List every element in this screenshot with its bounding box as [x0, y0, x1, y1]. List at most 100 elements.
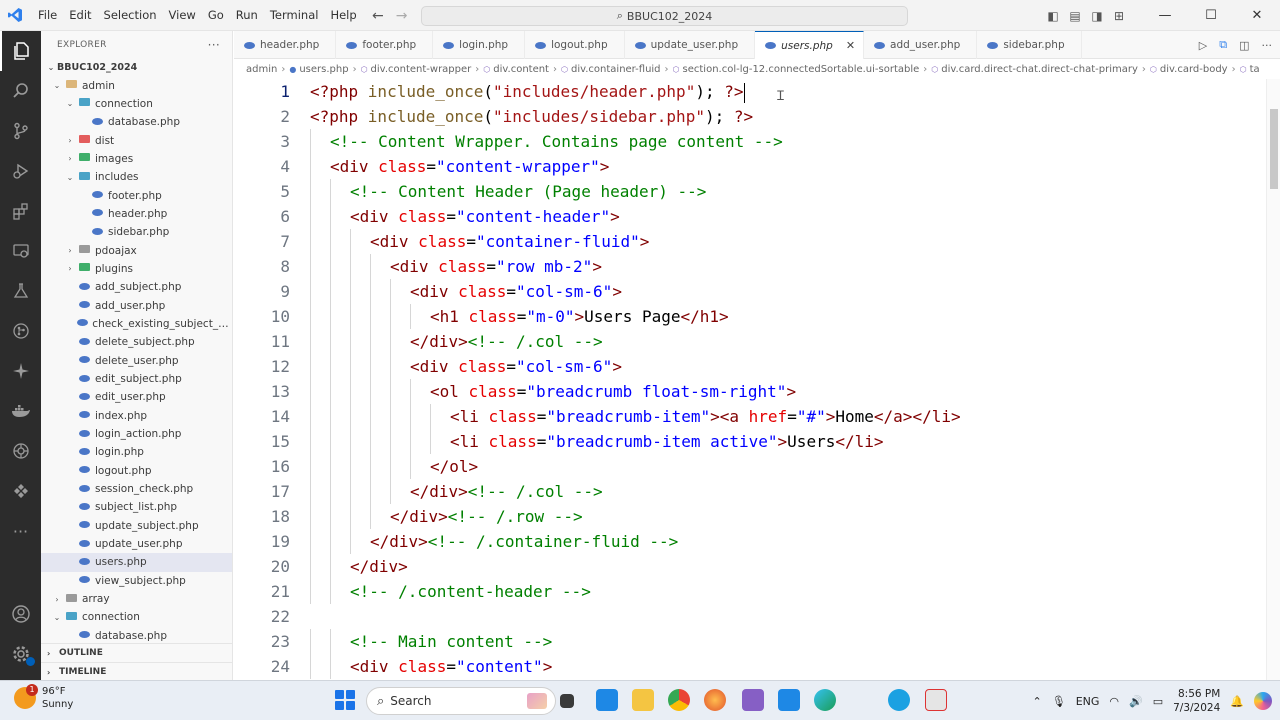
run-icon[interactable]: ▷: [1199, 39, 1207, 52]
code-line[interactable]: [310, 604, 1260, 629]
tab-add_user-php[interactable]: add_user.php: [864, 31, 978, 59]
file-item[interactable]: edit_subject.php: [41, 370, 232, 388]
menu-item-selection[interactable]: Selection: [98, 0, 163, 31]
explorer-more-actions[interactable]: ···: [208, 38, 220, 52]
git-graph-icon[interactable]: [0, 311, 41, 351]
code-line[interactable]: <!-- /.content-header -->: [310, 579, 1260, 604]
folder-item[interactable]: ⌄ includes: [41, 168, 232, 186]
wifi-icon[interactable]: ◠: [1109, 695, 1119, 708]
remote-explorer-icon[interactable]: [0, 231, 41, 271]
file-item[interactable]: database.php: [41, 113, 232, 131]
edge-icon[interactable]: [814, 689, 836, 711]
source-control-icon[interactable]: [0, 111, 41, 151]
language-indicator[interactable]: ENG: [1076, 695, 1100, 708]
more-views-icon[interactable]: ···: [0, 511, 41, 551]
breadcrumb-item[interactable]: section.col-lg-12.connectedSortable.ui-s…: [683, 64, 920, 75]
timeline-section[interactable]: › TIMELINE: [41, 662, 232, 680]
code-line[interactable]: </ol>: [310, 454, 1260, 479]
folder-item[interactable]: › plugins: [41, 260, 232, 278]
battery-icon[interactable]: ▭: [1153, 695, 1163, 708]
tab-footer-php[interactable]: footer.php: [336, 31, 434, 59]
menu-item-edit[interactable]: Edit: [63, 0, 97, 31]
folder-item[interactable]: › array: [41, 590, 232, 608]
close-window-button[interactable]: ✕: [1234, 8, 1280, 23]
file-item[interactable]: update_user.php: [41, 535, 232, 553]
code-line[interactable]: <?php include_once("includes/sidebar.php…: [310, 104, 1260, 129]
code-line[interactable]: <div class="content-header">: [310, 204, 1260, 229]
volume-icon[interactable]: 🔊: [1129, 695, 1143, 708]
file-item[interactable]: edit_user.php: [41, 388, 232, 406]
code-line[interactable]: </div><!-- /.col -->: [310, 329, 1260, 354]
weather-widget[interactable]: 1 96°F Sunny: [14, 684, 73, 711]
file-item[interactable]: footer.php: [41, 186, 232, 204]
windows-start-icon[interactable]: [335, 690, 355, 710]
tab-logout-php[interactable]: logout.php: [525, 31, 625, 59]
code-line[interactable]: <div class="col-sm-6">: [310, 354, 1260, 379]
breadcrumb-item[interactable]: div.card.direct-chat.direct-chat-primary: [941, 64, 1138, 75]
microphone-icon[interactable]: 🎙: [1052, 695, 1066, 708]
vscode-logo-icon[interactable]: [0, 0, 30, 31]
file-item[interactable]: logout.php: [41, 462, 232, 480]
breadcrumb-item[interactable]: div.content-wrapper: [371, 64, 472, 75]
code-line[interactable]: </div><!-- /.col -->: [310, 479, 1260, 504]
chrome-icon[interactable]: [668, 689, 690, 711]
file-item[interactable]: index.php: [41, 407, 232, 425]
breadcrumb-item[interactable]: ta: [1250, 64, 1260, 75]
menu-item-help[interactable]: Help: [324, 0, 362, 31]
file-item[interactable]: view_subject.php: [41, 572, 232, 590]
maximize-button[interactable]: ☐: [1188, 8, 1234, 23]
forward-arrow-icon[interactable]: →: [396, 8, 408, 24]
clock[interactable]: 8:56 PM 7/3/2024: [1173, 687, 1220, 715]
code-line[interactable]: <div class="col-sm-6">: [310, 279, 1260, 304]
code-line[interactable]: <div class="content">: [310, 654, 1260, 679]
customize-layout-icon[interactable]: ⊞: [1108, 9, 1130, 23]
command-center-search[interactable]: ⌕ BBUC102_2024: [421, 6, 908, 26]
scrollbar-thumb[interactable]: [1270, 109, 1278, 189]
explorer-icon[interactable]: [0, 31, 41, 71]
gitlens-icon[interactable]: [0, 431, 41, 471]
folder-item[interactable]: ⌄ connection: [41, 608, 232, 626]
breadcrumb-item[interactable]: div.card-body: [1160, 64, 1228, 75]
menu-item-view[interactable]: View: [163, 0, 202, 31]
code-line[interactable]: <!-- Content Wrapper. Contains page cont…: [310, 129, 1260, 154]
docker-icon[interactable]: [0, 391, 41, 431]
firefox-icon[interactable]: [704, 689, 726, 711]
menu-item-file[interactable]: File: [32, 0, 63, 31]
file-item[interactable]: users.php: [41, 553, 232, 572]
file-item[interactable]: login.php: [41, 443, 232, 461]
breadcrumb-item[interactable]: admin: [246, 64, 277, 75]
code-lines[interactable]: <?php include_once("includes/header.php"…: [310, 79, 1260, 679]
open-preview-icon[interactable]: ⧉: [1219, 38, 1227, 52]
taskbar-search[interactable]: ⌕ Search: [366, 687, 556, 715]
task-view-icon[interactable]: [560, 694, 574, 708]
file-item[interactable]: header.php: [41, 205, 232, 223]
outline-section[interactable]: › OUTLINE: [41, 643, 232, 662]
copilot-icon[interactable]: [1254, 692, 1272, 710]
toggle-primary-sidebar-icon[interactable]: ◧: [1042, 9, 1064, 23]
file-item[interactable]: update_subject.php: [41, 517, 232, 535]
notification-bell-icon[interactable]: 🔔: [1230, 695, 1244, 708]
accounts-icon[interactable]: [0, 594, 41, 634]
vscode-taskbar-icon[interactable]: [778, 689, 800, 711]
code-line[interactable]: <li class="breadcrumb-item"><a href="#">…: [310, 404, 1260, 429]
more-actions-icon[interactable]: ···: [1262, 39, 1273, 52]
minimize-button[interactable]: —: [1142, 8, 1188, 23]
chevron-up-icon[interactable]: ⌃: [1033, 695, 1042, 708]
menu-item-go[interactable]: Go: [202, 0, 230, 31]
toggle-panel-icon[interactable]: ▤: [1064, 9, 1086, 23]
app-icon[interactable]: [925, 689, 947, 711]
folder-item[interactable]: › dist: [41, 131, 232, 149]
file-item[interactable]: login_action.php: [41, 425, 232, 443]
workspace-root[interactable]: ⌄ BBUC102_2024: [41, 58, 232, 76]
code-line[interactable]: <ol class="breadcrumb float-sm-right">: [310, 379, 1260, 404]
back-arrow-icon[interactable]: ←: [372, 8, 384, 24]
tab-update_user-php[interactable]: update_user.php: [625, 31, 756, 59]
visual-studio-icon[interactable]: [742, 689, 764, 711]
close-tab-icon[interactable]: ✕: [846, 39, 855, 52]
run-debug-icon[interactable]: [0, 151, 41, 191]
folder-item[interactable]: ⌄ connection: [41, 95, 232, 113]
manage-gear-icon[interactable]: [0, 634, 41, 674]
code-line[interactable]: <div class="row mb-2">: [310, 254, 1260, 279]
code-line[interactable]: </div>: [310, 554, 1260, 579]
tab-header-php[interactable]: header.php: [234, 31, 337, 59]
